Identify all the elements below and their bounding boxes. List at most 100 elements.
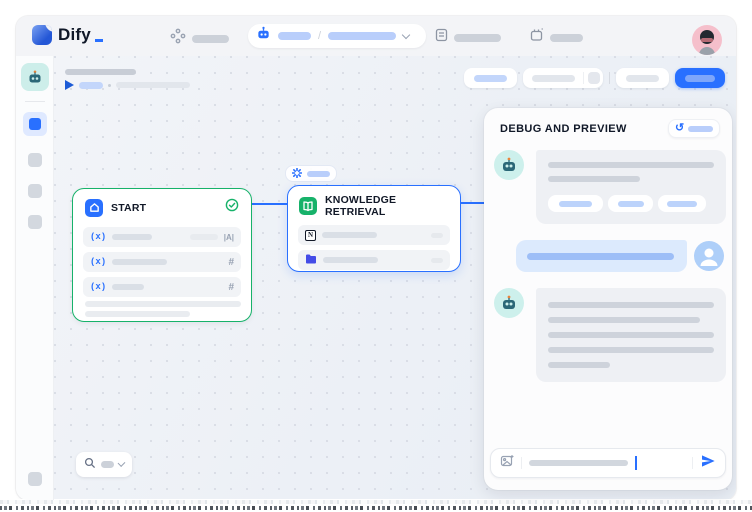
node-start-title: START	[111, 202, 146, 214]
top-header: Dify /	[16, 16, 736, 56]
toolbar-button-features[interactable]	[464, 68, 517, 88]
canvas-toolbar	[464, 68, 725, 88]
sidebar-item-workflow-active[interactable]	[23, 112, 47, 136]
button-divider	[583, 72, 584, 84]
zoom-level-skeleton	[101, 461, 114, 468]
dify-logo[interactable]: Dify	[32, 25, 103, 45]
debug-preview-panel: DEBUG AND PREVIEW ↺	[484, 108, 732, 490]
chat-message-list[interactable]	[484, 146, 732, 446]
chevron-down-icon	[402, 30, 410, 38]
publish-button-primary[interactable]	[675, 68, 725, 88]
nav-explore[interactable]	[170, 28, 229, 49]
knowledge-source-row[interactable]	[298, 250, 450, 270]
skeleton-bar	[323, 257, 378, 263]
chat-input[interactable]	[490, 448, 726, 478]
user-chat-avatar	[694, 241, 724, 271]
sidebar-item[interactable]	[28, 184, 42, 198]
suggested-question-pill[interactable]	[608, 195, 653, 212]
notion-icon: N	[305, 230, 316, 241]
bot-message-bubble	[536, 150, 726, 224]
split-button-icon[interactable]	[588, 72, 600, 84]
current-app-selector[interactable]: /	[248, 24, 426, 48]
suggested-question-pill[interactable]	[658, 195, 706, 212]
skeleton-bar	[79, 82, 103, 89]
node-start[interactable]: START (x) |A| (x) # (x) #	[72, 188, 252, 322]
user-message	[494, 240, 724, 272]
skeleton-bar	[322, 232, 377, 238]
variable-token: (x)	[90, 232, 106, 242]
dify-logo-underscore	[95, 39, 103, 42]
input-divider	[692, 457, 693, 469]
bot-avatar	[494, 150, 524, 180]
skeleton-bar	[116, 82, 190, 88]
skeleton-bar	[112, 284, 144, 290]
sidebar-app-icon[interactable]	[21, 63, 49, 91]
skeleton-bar	[454, 34, 501, 42]
skeleton-bar	[548, 332, 714, 338]
toolbar-divider	[609, 72, 610, 84]
tools-icon	[530, 28, 544, 47]
sidebar-divider	[25, 101, 45, 102]
node-loading-badge	[285, 165, 337, 182]
app-window: Dify /	[16, 16, 736, 500]
sidebar-item-bottom[interactable]	[28, 472, 42, 486]
bot-avatar	[494, 288, 524, 318]
skeleton-bar	[112, 259, 167, 265]
debug-panel-title: DEBUG AND PREVIEW	[500, 123, 627, 135]
start-variable-row[interactable]: (x) |A|	[83, 227, 241, 247]
clipped-bottom-text-strip	[0, 499, 752, 512]
toolbar-button-run[interactable]	[616, 68, 669, 88]
spinner-icon	[292, 165, 302, 183]
skeleton-bar	[548, 347, 714, 353]
node-description-skeleton	[85, 301, 241, 307]
robot-app-icon	[256, 26, 271, 46]
dify-logo-icon	[32, 25, 52, 45]
breadcrumb-separator: /	[318, 30, 321, 42]
node-knowledge-retrieval[interactable]: KNOWLEDGE RETRIEVAL N	[287, 185, 461, 272]
skeleton-bar	[192, 35, 229, 43]
node-knowledge-title: KNOWLEDGE RETRIEVAL	[325, 194, 449, 218]
sidebar-item[interactable]	[28, 215, 42, 229]
skeleton-bar	[688, 126, 713, 132]
variable-token: (x)	[90, 257, 106, 267]
skeleton-bar	[328, 32, 396, 40]
zoom-control[interactable]	[76, 452, 132, 477]
start-variable-row[interactable]: (x) #	[83, 277, 241, 297]
skeleton-bar	[548, 176, 640, 182]
attach-image-icon[interactable]	[500, 454, 514, 473]
suggested-question-pill[interactable]	[548, 195, 603, 212]
skeleton-bar	[548, 362, 610, 368]
search-zoom-icon	[84, 456, 96, 474]
text-cursor	[635, 456, 637, 470]
skeleton-bar	[626, 75, 659, 82]
play-icon[interactable]	[65, 80, 74, 90]
clipped-text-noise	[0, 500, 752, 504]
skeleton-bar	[278, 32, 311, 40]
chevron-down-icon	[118, 459, 126, 467]
skeleton-bar	[532, 75, 575, 82]
skeleton-bar	[550, 34, 583, 42]
variable-type-text-icon: |A|	[224, 233, 234, 242]
skeleton-bar	[618, 201, 644, 207]
nav-tools[interactable]	[530, 28, 583, 47]
variable-type-number-icon: #	[228, 257, 234, 268]
skeleton-bar	[685, 75, 715, 82]
restart-icon: ↺	[675, 123, 684, 134]
node-description-skeleton	[85, 311, 190, 317]
dify-logo-text: Dify	[58, 25, 91, 45]
bot-message-bubble	[536, 288, 726, 382]
start-variable-row[interactable]: (x) #	[83, 252, 241, 272]
toolbar-split-button[interactable]	[523, 68, 603, 88]
explore-icon	[170, 28, 186, 49]
variable-type-number-icon: #	[228, 282, 234, 293]
nav-docs[interactable]	[435, 28, 501, 47]
sidebar-item[interactable]	[28, 153, 42, 167]
restart-conversation-button[interactable]: ↺	[668, 119, 720, 138]
knowledge-source-row[interactable]: N	[298, 225, 450, 245]
skeleton-bar	[112, 234, 152, 240]
send-icon[interactable]	[700, 453, 716, 474]
user-avatar[interactable]	[692, 25, 722, 55]
skeleton-bar	[527, 253, 674, 260]
folder-icon	[305, 251, 317, 269]
bot-message	[494, 288, 724, 382]
